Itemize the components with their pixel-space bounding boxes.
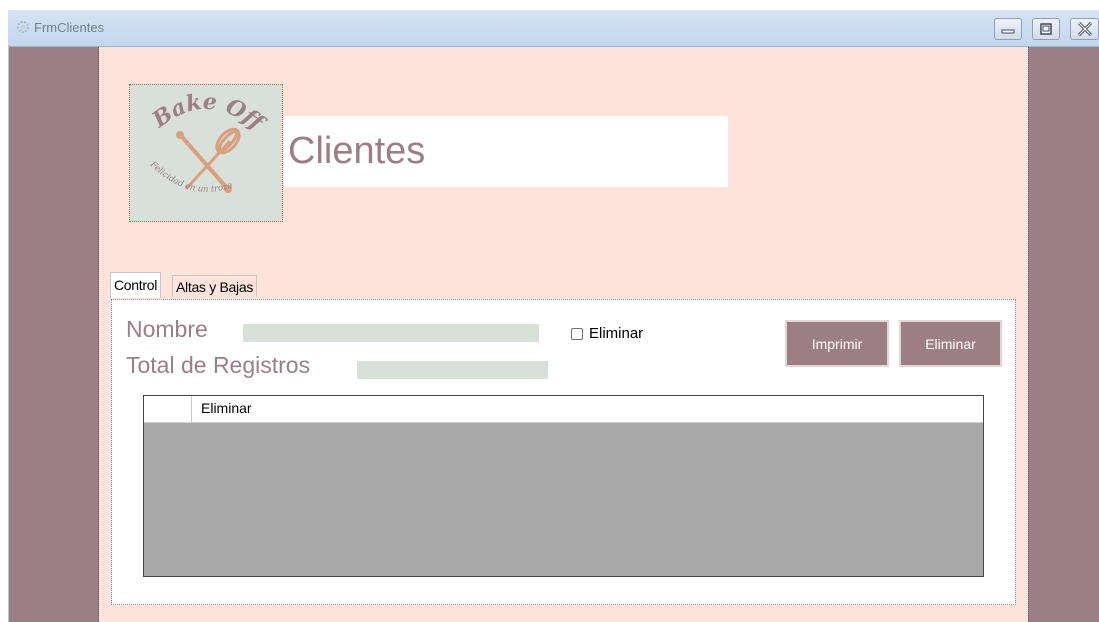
maximize-icon [1040,23,1052,35]
minimize-icon [1001,29,1015,34]
eliminar-checkbox[interactable]: Eliminar [571,325,643,342]
page-title: Clientes [288,130,426,172]
app-icon [17,21,29,33]
clientes-grid[interactable]: Eliminar [143,395,984,577]
window-title: FrmClientes [34,20,105,35]
left-side-panel [8,47,99,622]
svg-text:Felicidad en un trozo: Felicidad en un trozo [147,159,234,195]
logo-brand: Bake Off [147,89,271,138]
imprimir-button[interactable]: Imprimir [785,320,889,367]
nombre-input[interactable] [243,324,539,342]
tab-panel-control: Nombre Eliminar Imprimir Eliminar Total … [111,299,1016,605]
grid-column-eliminar[interactable]: Eliminar [201,400,252,416]
main-content: Bake Off Felicidad en un trozo Clientes … [99,47,1028,622]
right-side-panel [1028,47,1099,622]
logo-tagline: Felicidad en un trozo [147,159,234,195]
close-icon [1077,22,1092,36]
minimize-button[interactable] [994,18,1022,40]
grid-row-header-corner[interactable] [144,396,192,422]
maximize-button[interactable] [1032,18,1060,40]
logo-image: Bake Off Felicidad en un trozo [147,89,271,195]
eliminar-checkbox-label: Eliminar [589,325,644,342]
title-bar[interactable]: FrmClientes [8,10,1099,47]
bake-off-logo: Bake Off Felicidad en un trozo [129,84,283,222]
total-registros-label: Total de Registros [126,352,311,378]
tab-altas-y-bajas[interactable]: Altas y Bajas [172,275,258,297]
checkbox-box-icon[interactable] [571,327,583,340]
title-box: Clientes [284,116,728,187]
eliminar-button[interactable]: Eliminar [899,320,1002,367]
total-registros-field [357,361,548,379]
close-button[interactable] [1070,18,1099,40]
grid-header: Eliminar [144,396,983,423]
nombre-label: Nombre [126,316,208,342]
window: FrmClientes Bake Off Felicidad en un tro… [0,0,1099,622]
svg-text:Bake Off: Bake Off [147,89,271,138]
tab-control[interactable]: Control [110,272,162,298]
